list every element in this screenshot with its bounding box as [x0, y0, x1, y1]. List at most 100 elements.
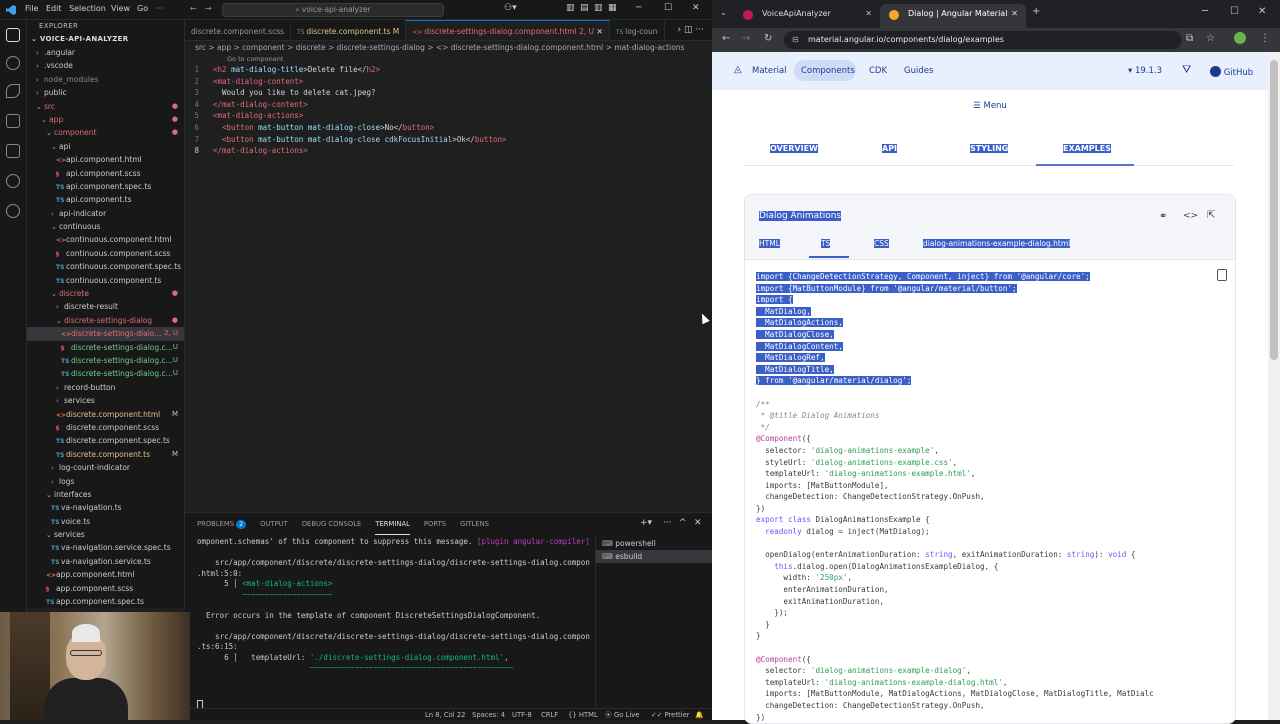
breadcrumb[interactable]: src > app > component > discrete > discr…: [185, 41, 712, 55]
line-ending[interactable]: CRLF: [541, 709, 558, 721]
tab-dialog-angular-material[interactable]: Dialog | Angular Material ✕: [880, 4, 1026, 28]
nav-components[interactable]: Components: [801, 66, 855, 76]
nav-guides[interactable]: Guides: [904, 66, 933, 76]
layout-customize-icon[interactable]: ▦: [608, 3, 617, 13]
file-item[interactable]: TS va-navigation.service.ts: [27, 555, 184, 568]
site-info-icon[interactable]: ⊟: [792, 31, 799, 49]
file-item[interactable]: <>discrete-settings-dialo... 2, U: [27, 327, 184, 341]
subnav-overview[interactable]: OVERVIEW: [770, 144, 818, 153]
back-arrow-icon[interactable]: ←: [722, 33, 730, 44]
reload-icon[interactable]: ↻: [764, 33, 772, 44]
go-live-button[interactable]: ⦿ Go Live: [605, 709, 639, 721]
minimize-icon[interactable]: ─: [1202, 6, 1208, 17]
more-menu-icon[interactable]: ···: [156, 4, 164, 13]
folder-item[interactable]: ⌄ services: [27, 528, 184, 541]
file-item[interactable]: § app.component.scss: [27, 582, 184, 595]
editor-tab[interactable]: TS log-coun: [610, 21, 665, 40]
file-item[interactable]: § continuous.component.scss: [27, 247, 184, 260]
indentation[interactable]: Spaces: 4: [472, 709, 505, 721]
maximize-icon[interactable]: ☐: [1230, 6, 1239, 17]
remote-explorer-icon[interactable]: [6, 174, 20, 188]
file-item[interactable]: TS va-navigation.service.spec.ts: [27, 541, 184, 554]
code-tab-html[interactable]: HTML: [759, 239, 780, 248]
folder-item[interactable]: ⌄ discrete ●: [27, 287, 184, 300]
panel-tab-output[interactable]: OUTPUT: [260, 513, 288, 535]
editor-tab[interactable]: discrete.component.scss: [185, 21, 292, 40]
view-code-icon[interactable]: <>: [1183, 211, 1198, 221]
layout-panel-icon[interactable]: ▤: [580, 3, 589, 13]
panel-tab-ports[interactable]: PORTS: [424, 513, 446, 535]
folder-item[interactable]: ⌄ continuous: [27, 220, 184, 233]
run-debug-icon[interactable]: [6, 114, 20, 128]
new-terminal-icon[interactable]: +▾: [640, 518, 652, 528]
file-item[interactable]: TS continuous.component.ts: [27, 274, 184, 287]
prettier-button[interactable]: ✓✓ Prettier: [651, 709, 690, 721]
file-item[interactable]: TS api.component.ts: [27, 193, 184, 206]
menu-button[interactable]: ☰ Menu: [712, 90, 1268, 123]
terminal-output[interactable]: omponent.schemas' of this component to s…: [185, 537, 590, 707]
github-link[interactable]: GitHub: [1210, 66, 1253, 78]
menu-file[interactable]: File: [25, 4, 38, 13]
menu-view[interactable]: View: [111, 4, 130, 13]
maximize-panel-icon[interactable]: ^: [679, 518, 687, 528]
file-item[interactable]: TS discrete-settings-dialog.c... U: [27, 354, 184, 367]
tab-close-icon[interactable]: ✕: [594, 27, 602, 36]
folder-item[interactable]: › public: [27, 86, 184, 99]
notifications-icon[interactable]: 🔔: [695, 709, 703, 721]
file-item[interactable]: <>api.component.html: [27, 153, 184, 166]
new-tab-icon[interactable]: +: [1032, 6, 1040, 17]
file-item[interactable]: TS app.component.spec.ts: [27, 595, 184, 608]
maximize-icon[interactable]: ☐: [664, 3, 672, 13]
nav-material[interactable]: Material: [752, 66, 787, 76]
editor-tab[interactable]: <> discrete-settings-dialog.component.ht…: [406, 20, 610, 40]
extensions-icon[interactable]: [6, 144, 20, 158]
file-item[interactable]: § api.component.scss: [27, 167, 184, 180]
search-icon[interactable]: [6, 56, 20, 70]
folder-item[interactable]: › api-indicator: [27, 207, 184, 220]
file-item[interactable]: TS discrete.component.ts M: [27, 448, 184, 461]
command-search-input[interactable]: ⌕ voice-api-analyzer: [222, 3, 444, 17]
code-tab-dialog-html[interactable]: dialog-animations-example-dialog.html: [923, 239, 1071, 248]
open-stackblitz-icon[interactable]: ⇱: [1207, 210, 1215, 221]
version-selector[interactable]: ▾ 19.1.3: [1128, 66, 1162, 76]
tab-close-icon[interactable]: ✕: [1011, 4, 1018, 24]
panel-tab-gitlens[interactable]: GITLENS: [460, 513, 489, 535]
folder-item[interactable]: ⌄ src ●: [27, 100, 184, 113]
split-editor-icon[interactable]: ◫: [684, 25, 693, 35]
forward-arrow-icon[interactable]: →: [742, 33, 750, 44]
minimize-icon[interactable]: ─: [636, 3, 641, 13]
link-icon[interactable]: ⚭: [1159, 211, 1167, 222]
encoding[interactable]: UTF-8: [512, 709, 532, 721]
explorer-icon[interactable]: [6, 28, 20, 42]
menu-edit[interactable]: Edit: [46, 4, 62, 13]
file-item[interactable]: TS api.component.spec.ts: [27, 180, 184, 193]
profile-avatar[interactable]: [1234, 32, 1246, 44]
folder-item[interactable]: ⌄ app ●: [27, 113, 184, 126]
file-item[interactable]: TS discrete-settings-dialog.c... U: [27, 367, 184, 380]
address-bar[interactable]: ⊟ material.angular.io/components/dialog/…: [784, 31, 1182, 49]
language-mode[interactable]: {} HTML: [568, 709, 598, 721]
nav-cdk[interactable]: CDK: [869, 66, 887, 76]
menu-go[interactable]: Go: [137, 4, 148, 13]
panel-tab-problems[interactable]: PROBLEMS 2: [197, 513, 247, 535]
file-item[interactable]: <>continuous.component.html: [27, 233, 184, 246]
tab-search-icon[interactable]: ⌄: [720, 8, 727, 17]
file-item[interactable]: <>discrete.component.html M: [27, 408, 184, 421]
file-item[interactable]: § discrete-settings-dialog.c... U: [27, 341, 184, 354]
folder-item[interactable]: › .angular: [27, 46, 184, 59]
layout-secondary-icon[interactable]: ▥: [594, 3, 603, 13]
folder-item[interactable]: ⌄ api: [27, 140, 184, 153]
cursor-position[interactable]: Ln 8, Col 22: [425, 709, 466, 721]
code-tab-css[interactable]: CSS: [874, 239, 889, 248]
close-icon[interactable]: ✕: [1258, 6, 1266, 17]
tab-close-icon[interactable]: ✕: [865, 4, 872, 24]
file-item[interactable]: TS continuous.component.spec.ts: [27, 260, 184, 273]
back-arrow-icon[interactable]: ←: [190, 4, 197, 13]
close-panel-icon[interactable]: ✕: [694, 518, 702, 528]
folder-item[interactable]: › .vscode: [27, 59, 184, 72]
file-item[interactable]: TS va-navigation.ts: [27, 501, 184, 514]
editor-tab[interactable]: TS discrete.component.ts M: [291, 21, 407, 40]
folder-item[interactable]: ⌄ interfaces: [27, 488, 184, 501]
browser-menu-icon[interactable]: ⋮: [1260, 33, 1270, 44]
editor-more-icon[interactable]: ···: [695, 25, 704, 35]
